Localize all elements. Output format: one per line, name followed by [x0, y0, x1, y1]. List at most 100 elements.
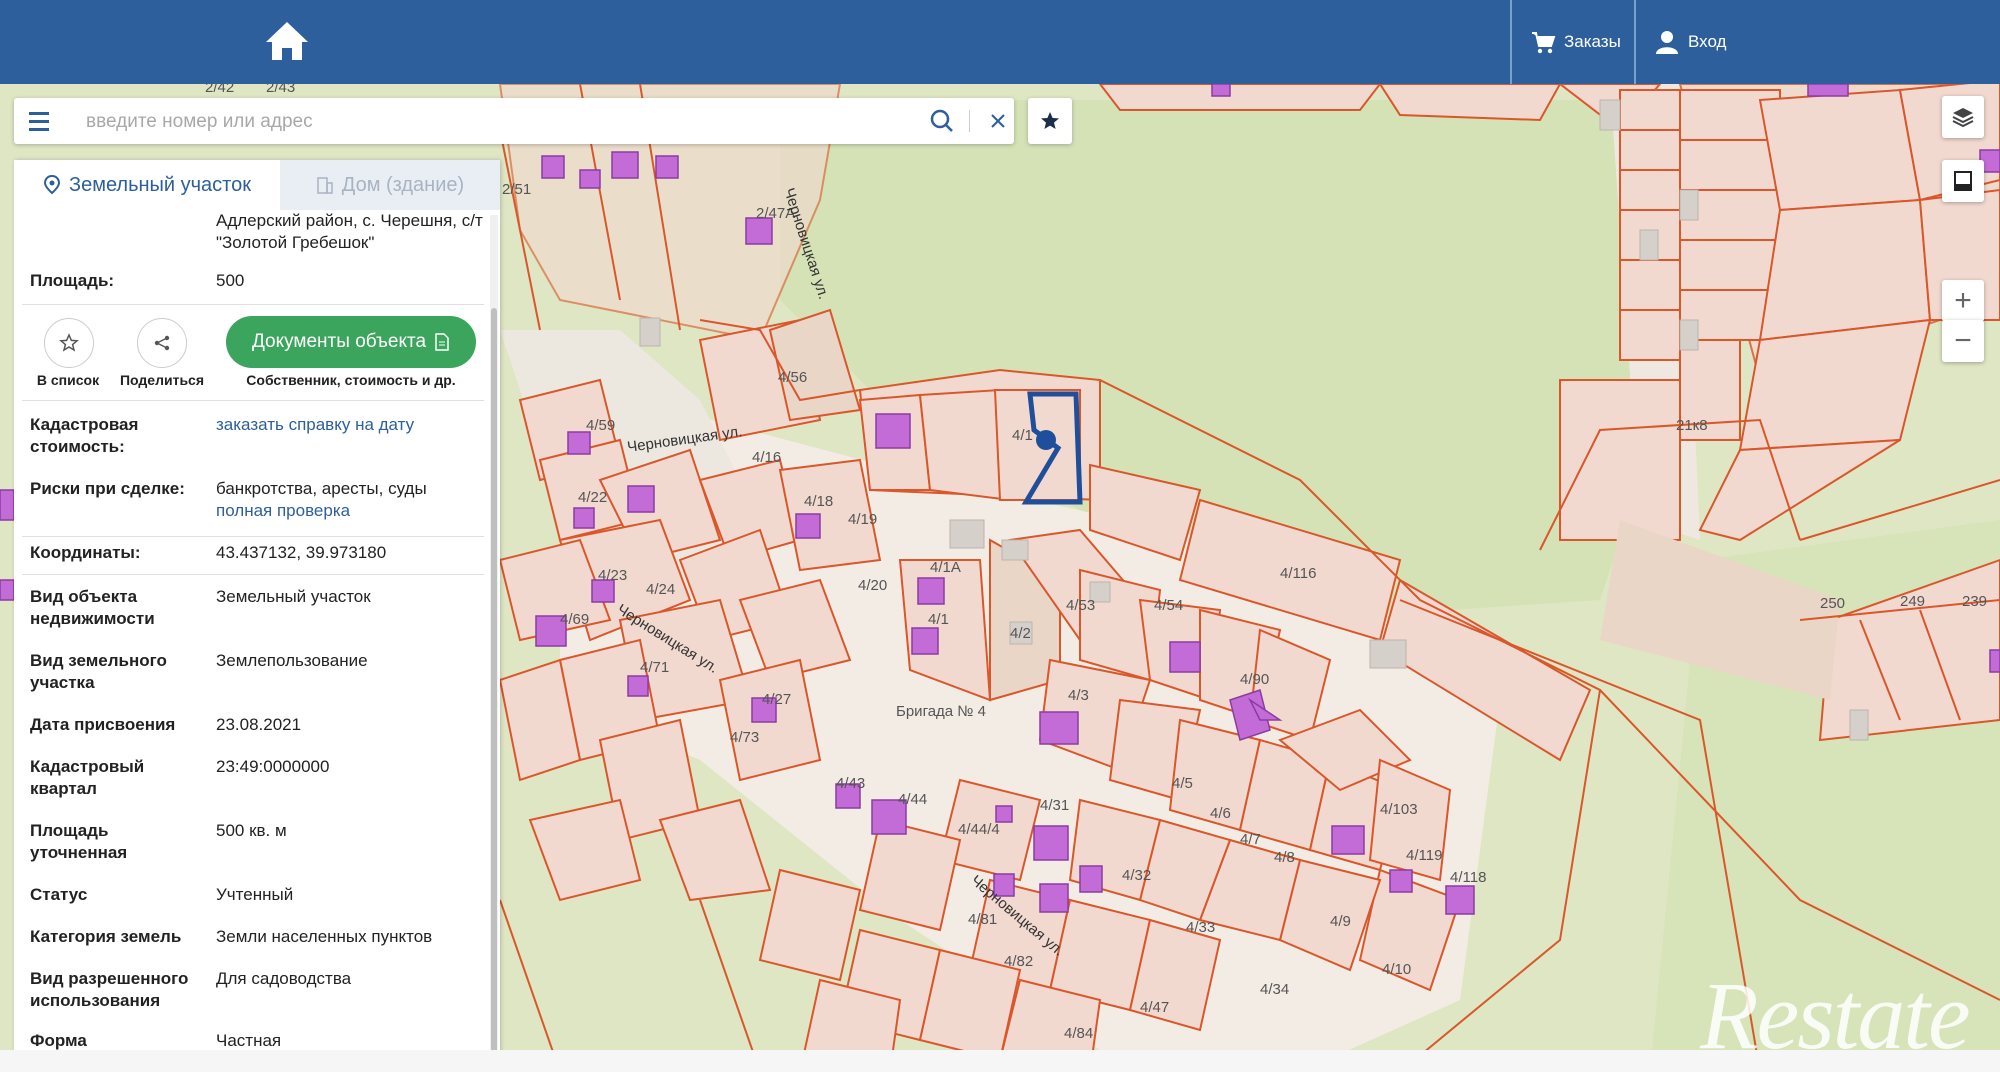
minus-icon: − [1954, 324, 1972, 357]
close-icon[interactable] [984, 107, 1012, 135]
plot-number-label: 4/8 [1274, 849, 1295, 866]
plot-number-label: 4/10 [1382, 961, 1411, 978]
land-category-label: Категория земель [30, 927, 182, 946]
plot-number-label: 4/56 [778, 369, 807, 386]
plot-number-label: 4/53 [1066, 597, 1095, 614]
add-to-list-button[interactable] [44, 318, 94, 368]
deal-risks-value: банкротства, аресты, суды [216, 479, 427, 498]
search-divider [969, 110, 970, 132]
plot-number-label: 4/34 [1260, 981, 1289, 998]
plot-number-label: 4/19 [848, 511, 877, 528]
top-navigation-bar: Заказы Вход [0, 0, 2000, 84]
land-category-value: Земли населенных пунктов [216, 927, 433, 946]
plot-number-label: 4/6 [1210, 805, 1231, 822]
plot-number-label: 4/44/4 [958, 821, 1000, 838]
login-link[interactable]: Вход [1654, 26, 1726, 58]
object-type-label: Вид объекта недвижимости [30, 587, 155, 628]
share-button[interactable] [137, 318, 187, 368]
full-check-link[interactable]: полная проверка [216, 500, 486, 522]
zoom-out-button[interactable]: − [1942, 320, 1984, 362]
plot-number-label: 4/2 [1010, 625, 1031, 642]
order-certificate-link[interactable]: заказать справку на дату [216, 414, 486, 436]
plot-number-label: 4/69 [560, 611, 589, 628]
menu-icon[interactable] [24, 106, 54, 136]
add-to-list-label: В список [36, 372, 100, 388]
plot-number-label: 4/71 [640, 659, 669, 676]
orders-label: Заказы [1564, 32, 1621, 51]
star-outline-icon [59, 333, 79, 352]
address-value: Адлерский район, с. Черешня, с/т "Золото… [216, 211, 483, 252]
plot-number-label: 4/24 [646, 581, 675, 598]
search-icon[interactable] [929, 108, 955, 134]
share-label: Поделиться [119, 372, 205, 388]
plot-number-label: 4/103 [1380, 801, 1418, 818]
cadastral-value-label: Кадастровая стоимость: [30, 415, 139, 456]
nav-separator [1634, 0, 1636, 84]
divider [22, 536, 484, 537]
plus-icon: + [1954, 284, 1972, 317]
plot-number-label: 239 [1962, 593, 1987, 610]
divider [22, 304, 484, 305]
coordinates-value: 43.437132, 39.973180 [216, 543, 387, 562]
plot-number-label: 4/5 [1172, 775, 1193, 792]
layers-button[interactable] [1942, 96, 1984, 138]
plot-number-label: 4/18 [804, 493, 833, 510]
plot-number-label: 4/82 [1004, 953, 1033, 970]
documents-button-label: Документы объекта [251, 331, 427, 352]
plot-number-label: 4/90 [1240, 671, 1269, 688]
tab-house[interactable]: Дом (здание) [280, 160, 500, 210]
permitted-use-label: Вид разрешенного использования [30, 969, 189, 1010]
documents-button[interactable]: Документы объекта [226, 316, 476, 368]
plot-number-label: 21к8 [1676, 417, 1708, 434]
assignment-date-label: Дата присвоения [30, 715, 176, 734]
plot-number-label: 4/9 [1330, 913, 1351, 930]
panel-scrollbar-thumb[interactable] [491, 308, 497, 1072]
book-icon [1954, 171, 1972, 191]
star-icon [1041, 112, 1059, 129]
plot-number-label: 250 [1820, 595, 1845, 612]
document-icon [435, 333, 449, 351]
map-style-button[interactable] [1942, 160, 1984, 202]
plot-number-label: 4/16 [752, 449, 781, 466]
login-label: Вход [1688, 32, 1727, 51]
permitted-use-value: Для садоводства [216, 969, 352, 988]
watermark: Restate [1700, 962, 1971, 1069]
panel-tabs: Земельный участок Дом (здание) [14, 160, 500, 210]
tab-land-plot[interactable]: Земельный участок [14, 160, 280, 210]
plot-number-label: 4/119 [1406, 847, 1442, 864]
plot-number-label: 4/22 [578, 489, 607, 506]
plot-number-label: 4/20 [858, 577, 887, 594]
plot-number-label: 2/51 [502, 181, 531, 198]
plot-number-label: 4/116 [1280, 565, 1316, 582]
user-icon [1656, 31, 1678, 54]
plot-number-label: 4/23 [598, 567, 627, 584]
plot-number-label: 4/33 [1186, 919, 1215, 936]
plot-number-label: 4/7 [1240, 831, 1261, 848]
plot-number-label: 4/43 [836, 775, 865, 792]
favorites-button[interactable] [1028, 98, 1072, 144]
tab-house-label: Дом (здание) [341, 173, 465, 196]
plot-number-label: 4/1 [1012, 427, 1033, 444]
plot-number-label: 4/84 [1064, 1025, 1093, 1042]
home-icon[interactable] [262, 18, 312, 64]
plot-number-label: 4/81 [968, 911, 997, 928]
location-pin-icon [43, 175, 60, 195]
specified-area-label: Площадь уточненная [30, 821, 128, 862]
nav-separator [1510, 0, 1512, 84]
zoom-in-button[interactable]: + [1942, 280, 1984, 322]
area-value: 500 [216, 271, 245, 290]
plot-number-label: 4/3 [1068, 687, 1089, 704]
tab-land-plot-label: Земельный участок [68, 173, 251, 196]
plot-number-label: 4/27 [762, 691, 791, 708]
orders-link[interactable]: Заказы [1530, 26, 1621, 58]
land-plot-type-value: Землепользование [216, 651, 368, 670]
search-input[interactable] [84, 104, 928, 140]
plot-number-label: 4/32 [1122, 867, 1151, 884]
plot-number-label: 4/47 [1140, 999, 1169, 1016]
plot-number-label: 4/118 [1450, 869, 1486, 886]
status-label: Статус [30, 885, 88, 904]
info-panel: Земельный участок Дом (здание) Адлерский… [14, 160, 500, 1072]
cadastral-quarter-label: Кадастровый квартал [30, 757, 145, 798]
layers-icon [1952, 108, 1974, 128]
object-type-value: Земельный участок [216, 587, 371, 606]
